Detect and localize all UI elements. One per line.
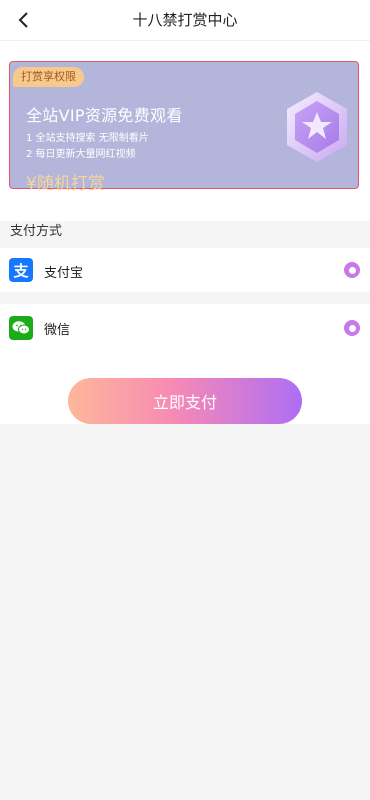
benefit-item: 2 每日更新大量网红视频 <box>26 149 136 160</box>
payment-option-label: 支付宝 <box>44 266 84 281</box>
top-bar: 十八禁打赏中心 <box>0 0 370 41</box>
payment-option-alipay[interactable]: 支 支付宝 <box>0 248 370 292</box>
page-title: 十八禁打赏中心 <box>132 11 238 29</box>
promo-section: 打赏享权限 全站VIP资源免费观看 1 全站支持搜索 无限制看片 2 每日更新大… <box>0 41 370 221</box>
vip-promo-card: 打赏享权限 全站VIP资源免费观看 1 全站支持搜索 无限制看片 2 每日更新大… <box>9 61 359 194</box>
star-hexagon-icon <box>287 92 347 162</box>
benefit-item: 1 全站支持搜索 无限制看片 <box>26 133 149 144</box>
radio-button[interactable] <box>344 262 360 278</box>
action-section: 立即支付 <box>0 352 370 424</box>
payment-option-label: 微信 <box>44 323 71 338</box>
payment-section-label: 支付方式 <box>10 224 63 239</box>
pay-now-button[interactable]: 立即支付 <box>68 378 302 424</box>
privilege-badge: 打赏享权限 <box>13 67 84 87</box>
price-label: ¥随机打赏 <box>26 174 105 194</box>
radio-button[interactable] <box>344 320 360 336</box>
wechat-icon <box>9 316 33 340</box>
promo-headline: 全站VIP资源免费观看 <box>26 106 183 125</box>
alipay-icon: 支 <box>9 258 33 282</box>
payment-option-wechat[interactable]: 微信 <box>0 304 370 352</box>
